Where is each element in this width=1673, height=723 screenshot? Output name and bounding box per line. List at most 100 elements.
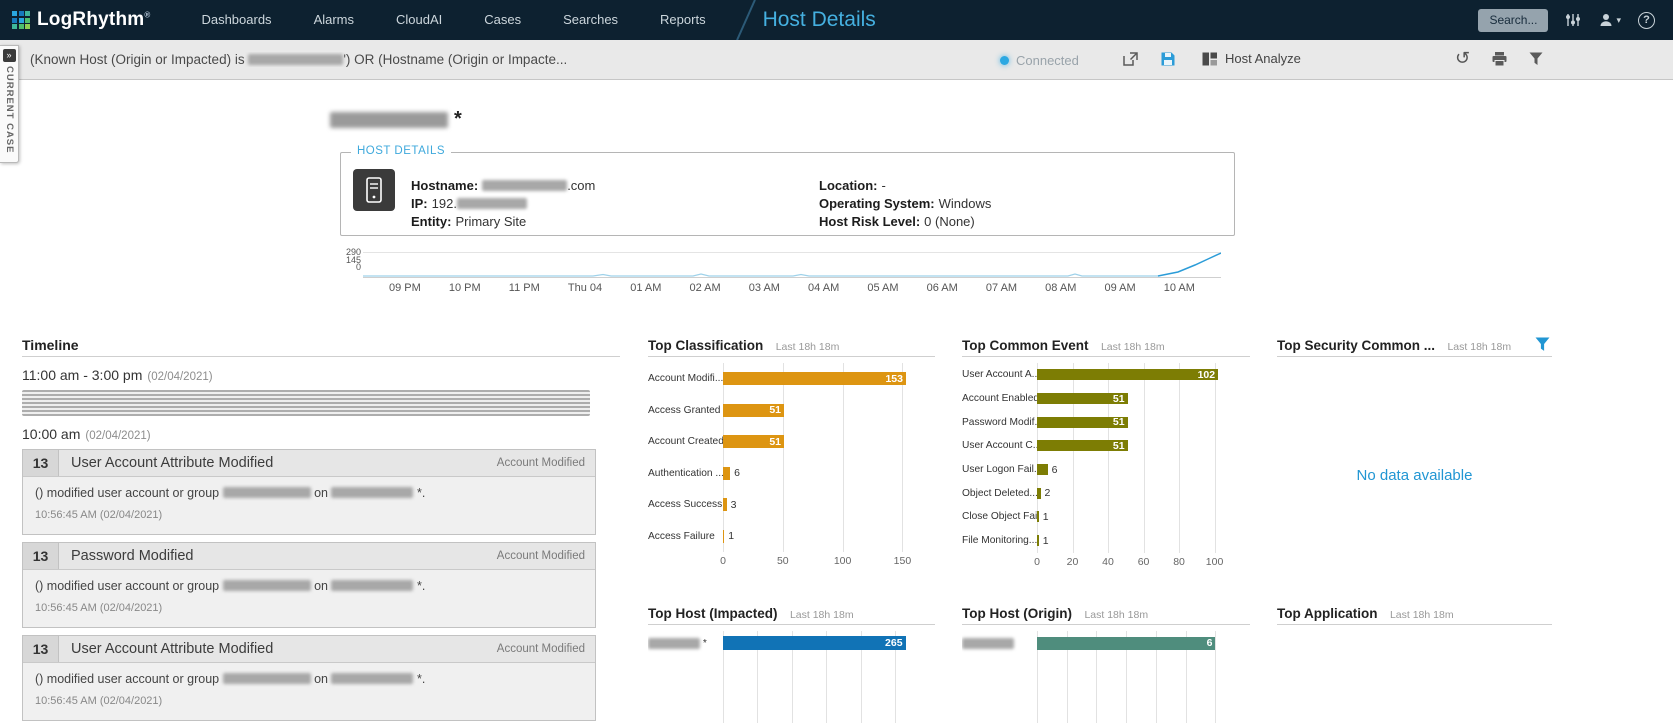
nav-item-dashboards[interactable]: Dashboards [180, 0, 292, 40]
top-host-impacted-chart: * 265 [648, 631, 935, 655]
top-host-origin-panel: Top Host (Origin) Last 18h 18m 6 [962, 605, 1250, 723]
event-card[interactable]: 13 User Account Attribute Modified Accou… [22, 635, 596, 721]
bar-category-label: User Account A... [962, 363, 1037, 387]
panel-subtitle: Last 18h 18m [1390, 609, 1454, 621]
nav-item-reports[interactable]: Reports [639, 0, 727, 40]
nav-item-searches[interactable]: Searches [542, 0, 639, 40]
event-classification-tag: Account Modified [497, 643, 585, 655]
time-axis-label: 02 AM [689, 282, 720, 294]
panel-subtitle: Last 18h 18m [776, 341, 840, 353]
hostname-row: Hostname:.com [411, 177, 595, 195]
host-title-suffix: * [454, 108, 462, 131]
bar-value-label: 6 [734, 467, 740, 479]
sparkline-x-axis: 09 PM10 PM11 PMThu 0401 AM02 AM03 AM04 A… [363, 282, 1221, 294]
pop-out-icon[interactable] [1122, 51, 1139, 67]
sparkline-y-axis: 290 145 0 [345, 249, 361, 272]
event-title: Password Modified [71, 548, 194, 564]
top-classification-chart: Account Modifi...Access GrantedAccount C… [648, 363, 935, 568]
bar-top_host_origin-0[interactable]: 6 [1037, 637, 1215, 650]
current-case-tab[interactable]: » CURRENT CASE [0, 45, 19, 163]
timeline-panel: Timeline 11:00 am - 3:00 pm(02/04/2021) … [22, 337, 620, 723]
bar-value-label: 6 [1207, 637, 1216, 649]
sliders-icon[interactable] [1565, 12, 1581, 28]
bar-top_classification-3[interactable] [723, 467, 730, 480]
redacted-host [331, 487, 413, 498]
bar-top_common_event-6[interactable] [1037, 511, 1039, 522]
location-value: - [882, 178, 886, 193]
bar-top_host_impacted-0[interactable]: 265 [723, 636, 906, 650]
location-row: Location:- [819, 177, 991, 195]
host-analyze-label: Host Analyze [1225, 51, 1301, 66]
nav-item-cloudai[interactable]: CloudAI [375, 0, 463, 40]
bar-top_common_event-4[interactable] [1037, 464, 1048, 475]
logrhythm-logo[interactable]: LogRhythm® [12, 9, 150, 31]
bar-value-label: 51 [1113, 416, 1128, 428]
panel-subtitle: Last 18h 18m [1447, 341, 1511, 353]
event-card[interactable]: 13 Password Modified Account Modified ()… [22, 542, 596, 628]
help-icon[interactable]: ? [1638, 12, 1655, 29]
redacted-account [223, 487, 311, 498]
time-axis-label: 09 PM [389, 282, 421, 294]
bar-top_common_event-1[interactable]: 51 [1037, 393, 1128, 404]
save-icon[interactable] [1160, 51, 1176, 67]
bar-top_common_event-3[interactable]: 51 [1037, 440, 1128, 451]
category-suffix: * [700, 638, 707, 649]
bar-top_common_event-2[interactable]: 51 [1037, 417, 1128, 428]
location-label: Location: [819, 178, 878, 193]
timeline-group-header: 10:00 am(02/04/2021) [22, 426, 151, 442]
bar-top_classification-2[interactable]: 51 [723, 435, 784, 448]
sparkline-svg [363, 252, 1221, 278]
event-card[interactable]: 13 User Account Attribute Modified Accou… [22, 449, 596, 535]
bar-category-label: Access Failure [648, 521, 723, 553]
ip-label: IP: [411, 196, 428, 211]
top-application-panel: Top Application Last 18h 18m [1277, 605, 1552, 723]
axis-tick-label: 100 [834, 555, 852, 567]
chevron-down-icon: ▾ [1616, 15, 1621, 26]
bar-top_classification-1[interactable]: 51 [723, 404, 784, 417]
filter-icon[interactable] [1535, 337, 1550, 357]
bar-top_classification-0[interactable]: 153 [723, 372, 906, 385]
event-timestamp: 10:56:45 AM (02/04/2021) [35, 602, 583, 614]
toolbar-filter-icon[interactable] [1529, 52, 1543, 66]
expand-icon[interactable]: » [3, 49, 16, 62]
search-button[interactable]: Search... [1478, 9, 1548, 32]
current-case-label: CURRENT CASE [3, 66, 15, 153]
bar-top_classification-4[interactable] [723, 498, 727, 511]
brand-mark: ® [144, 11, 150, 20]
panel-title: Top Host (Impacted) [648, 606, 778, 621]
collapsed-events-group[interactable] [22, 390, 590, 416]
panel-header: Top Classification Last 18h 18m [648, 337, 935, 357]
host-analyze-button[interactable]: Host Analyze [1202, 51, 1301, 66]
event-count: 13 [23, 636, 59, 662]
undo-icon[interactable]: ↺ [1455, 49, 1470, 69]
bar-top_common_event-7[interactable] [1037, 535, 1039, 546]
event-classification-tag: Account Modified [497, 550, 585, 562]
search-toolbar: (Known Host (Origin or Impacted) is ') O… [0, 40, 1673, 80]
bar-value-label: 1 [1043, 511, 1049, 523]
event-timestamp: 10:56:45 AM (02/04/2021) [35, 509, 583, 521]
chart-x-axis: 050100150 [723, 552, 909, 568]
activity-sparkline: 290 145 0 09 PM10 PM11 PMThu 0401 AM02 A… [345, 249, 1225, 295]
top-classification-panel: Top Classification Last 18h 18m Account … [648, 337, 935, 597]
bar-top_common_event-5[interactable] [1037, 488, 1041, 499]
risk-row: Host Risk Level:0 (None) [819, 213, 991, 231]
panel-header: Top Common Event Last 18h 18m [962, 337, 1250, 357]
bar-top_common_event-0[interactable]: 102 [1037, 369, 1218, 380]
axis-tick-label: 50 [777, 555, 789, 567]
user-menu[interactable]: ▾ [1598, 12, 1621, 28]
print-icon[interactable] [1491, 51, 1508, 67]
bar-value-label: 51 [769, 436, 784, 448]
axis-tick-label: 150 [894, 555, 912, 567]
time-axis-label: 06 AM [927, 282, 958, 294]
event-message: () modified user account or group on *. [35, 486, 583, 500]
bar-top_classification-5[interactable] [723, 530, 724, 543]
entity-row: Entity:Primary Site [411, 213, 595, 231]
bar-value-label: 51 [1113, 393, 1128, 405]
nav-item-alarms[interactable]: Alarms [293, 0, 375, 40]
filter-text-prefix: (Known Host (Origin or Impacted) is [30, 52, 248, 67]
connected-label: Connected [1016, 53, 1079, 68]
bar-value-label: 6 [1052, 464, 1058, 476]
bar-category-label: File Monitoring... [962, 529, 1037, 553]
nav-item-cases[interactable]: Cases [463, 0, 542, 40]
redacted-host-label [648, 638, 700, 649]
